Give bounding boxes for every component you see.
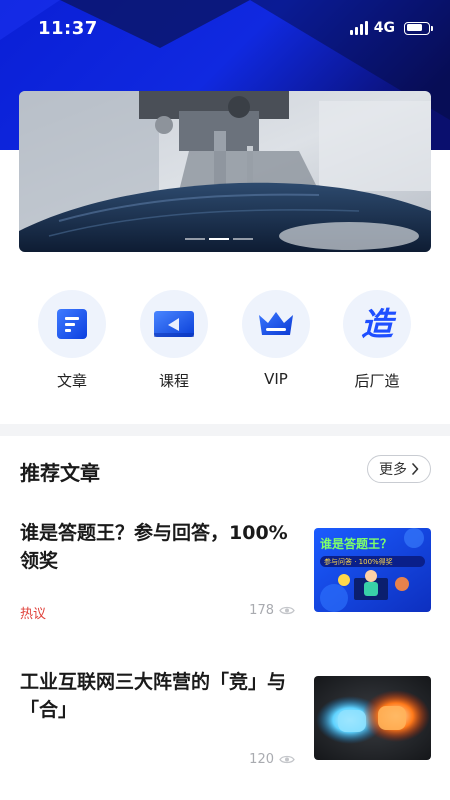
crown-icon — [259, 312, 293, 335]
view-count: 120 — [249, 752, 274, 767]
article-tag: 热议 — [20, 607, 47, 622]
banner-carousel[interactable] — [19, 91, 431, 252]
shortcut-article[interactable]: 文章 — [32, 290, 112, 391]
shortcut-icon-wrapper — [242, 290, 310, 358]
shortcut-label: 后厂造 — [354, 372, 400, 390]
article-icon — [57, 309, 87, 339]
article-views: 120 — [249, 752, 295, 767]
article-title[interactable]: 工业互联网三大阵营的「竞」与「合」 — [20, 668, 295, 724]
banner-dot[interactable] — [233, 238, 253, 240]
course-icon — [154, 311, 194, 337]
banner-image — [19, 91, 431, 252]
quiz-thumbnail-image: 谁是答题王？ 参与问答 · 100%得奖 — [314, 528, 431, 612]
eye-icon — [279, 755, 295, 764]
shortcut-label: 文章 — [56, 372, 87, 390]
thumb-title: 谁是答题王？ — [320, 536, 392, 551]
banner-dot[interactable] — [185, 238, 205, 240]
more-button[interactable]: 更多 — [367, 455, 431, 483]
shortcut-label: 课程 — [158, 372, 189, 390]
article-item[interactable]: 工业互联网三大阵营的「竞」与「合」 120 — [0, 668, 450, 778]
shortcut-icon-wrapper: 造 — [343, 290, 411, 358]
eye-icon — [279, 606, 295, 615]
shortcut-vip[interactable]: VIP — [236, 290, 316, 388]
shortcut-icon-wrapper — [38, 290, 106, 358]
fists-thumbnail-image — [314, 676, 431, 760]
shortcut-label: VIP — [264, 370, 288, 388]
shortcut-grid: 文章 课程 VIP 造 后厂造 — [0, 290, 450, 390]
view-count: 178 — [249, 603, 274, 618]
status-bar: 11:37 4G — [0, 0, 450, 56]
shortcut-course[interactable]: 课程 — [134, 290, 214, 391]
section-title: 推荐文章 — [20, 461, 100, 485]
article-title[interactable]: 谁是答题王？参与回答，100%领奖 — [20, 519, 295, 575]
status-time: 11:37 — [38, 18, 98, 39]
thumb-subtitle: 参与问答 · 100%得奖 — [324, 557, 393, 566]
app-screen: 11:37 4G 文章 课程 VIP 造 后厂造 推荐文章 更多 谁是答题王？参… — [0, 0, 450, 800]
signal-icon — [349, 21, 368, 35]
battery-icon — [404, 21, 433, 35]
article-thumbnail[interactable]: 谁是答题王？ 参与问答 · 100%得奖 — [314, 528, 431, 612]
banner-dot-active[interactable] — [209, 238, 229, 240]
chevron-right-icon — [412, 463, 419, 475]
network-type: 4G — [373, 20, 395, 36]
shortcut-houchangzao[interactable]: 造 后厂造 — [337, 290, 417, 391]
more-label: 更多 — [379, 462, 407, 478]
article-item[interactable]: 谁是答题王？参与回答，100%领奖 热议 178 谁是答题王？ 参与问答 · 1… — [0, 519, 450, 629]
zao-icon: 造 — [360, 305, 393, 343]
article-thumbnail[interactable] — [314, 676, 431, 760]
status-indicators: 4G — [349, 20, 433, 36]
section-divider — [0, 424, 450, 436]
shortcut-icon-wrapper — [140, 290, 208, 358]
banner-pagination[interactable] — [185, 238, 253, 240]
article-views: 178 — [249, 603, 295, 618]
